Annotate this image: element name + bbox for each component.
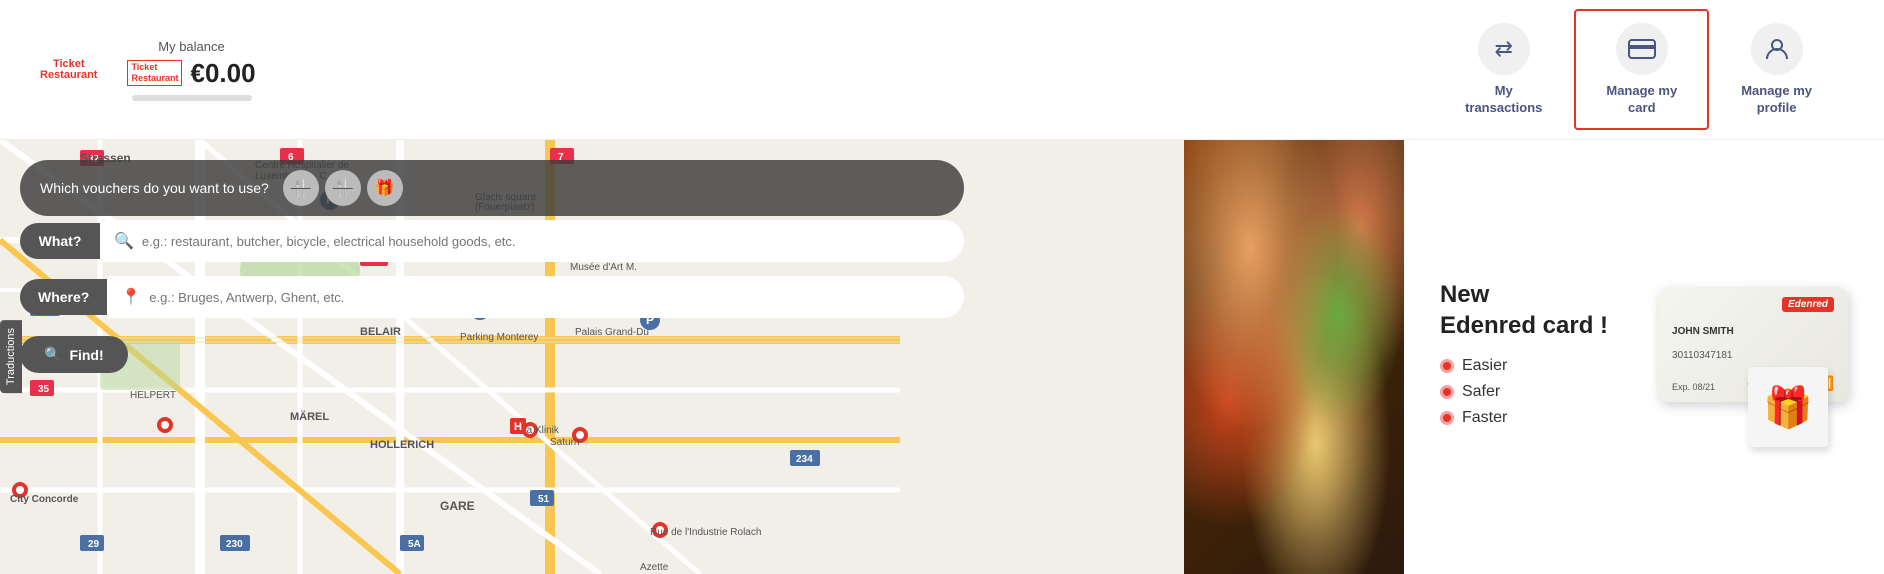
promo-title-line1: New (1440, 281, 1489, 308)
header: Ticket Restaurant My balance Ticket Rest… (0, 0, 1884, 140)
search-area: What? 🔍 Where? 📍 🔍 Find! (20, 220, 964, 373)
promo-feature-label-2: Safer (1462, 383, 1500, 401)
where-input-wrap: 📍 (107, 276, 964, 318)
nav-profile-label: Manage myprofile (1741, 83, 1812, 117)
svg-text:H: H (514, 421, 522, 433)
promo-feature-label-1: Easier (1462, 357, 1507, 375)
svg-text:35: 35 (38, 384, 50, 395)
svg-text:230: 230 (226, 539, 243, 550)
promo-panel: New Edenred card ! Easier Safer Faster (1404, 140, 1884, 574)
map-container: 32 6 7 52 218 180 35 230 5A 29 51 29 159 (0, 140, 1884, 574)
nav-card-label: Manage mycard (1606, 83, 1677, 117)
what-search-row: What? 🔍 (20, 220, 964, 262)
nav-actions: ⇄ Mytransactions Manage mycard Manage my… (1433, 9, 1844, 131)
svg-text:City Concorde: City Concorde (10, 494, 79, 505)
nav-manage-profile[interactable]: Manage myprofile (1709, 9, 1844, 131)
gift-box: 🎁 (1748, 367, 1828, 447)
balance-logo-line2: Restaurant (131, 73, 178, 84)
promo-feature-label-3: Faster (1462, 409, 1507, 427)
svg-text:MÄREL: MÄREL (290, 410, 329, 423)
svg-text:Saturn: Saturn (550, 437, 579, 448)
promo-feature-3: Faster (1440, 409, 1608, 427)
find-label: Find! (69, 347, 103, 363)
card-logo-text: Edenred (1788, 299, 1828, 310)
promo-feature-1: Easier (1440, 357, 1608, 375)
logo-line2: Restaurant (40, 70, 97, 81)
where-input[interactable] (149, 290, 950, 305)
balance-section: My balance Ticket Restaurant €0.00 (127, 39, 255, 101)
transactions-icon: ⇄ (1478, 23, 1530, 75)
profile-icon (1751, 23, 1803, 75)
voucher-icons: 🍴 🍴 🎁 (283, 170, 403, 206)
svg-text:Rue de l'Industrie Rolach: Rue de l'Industrie Rolach (650, 527, 761, 538)
search-icon-find: 🔍 (44, 346, 61, 363)
what-label-button[interactable]: What? (20, 223, 100, 259)
promo-dot-2 (1440, 385, 1454, 399)
location-icon: 📍 (121, 287, 141, 307)
header-left: Ticket Restaurant My balance Ticket Rest… (40, 39, 256, 101)
voucher-icon-slash[interactable]: 🍴 (325, 170, 361, 206)
where-search-row: Where? 📍 (20, 276, 964, 318)
svg-text:Azette: Azette (640, 562, 669, 573)
translations-label: Traductions (5, 328, 17, 385)
card-number: 30110347181 (1672, 350, 1834, 361)
translations-button[interactable]: Traductions (0, 320, 22, 393)
voucher-bar: Which vouchers do you want to use? 🍴 🍴 🎁 (20, 160, 964, 216)
svg-text:5A: 5A (408, 539, 421, 550)
promo-title-line2: Edenred card ! (1440, 312, 1608, 339)
svg-text:GARE: GARE (440, 499, 475, 513)
nav-transactions-label: Mytransactions (1465, 83, 1542, 117)
promo-feature-2: Safer (1440, 383, 1608, 401)
where-label-button[interactable]: Where? (20, 279, 107, 315)
what-input[interactable] (142, 234, 950, 249)
card-logo-badge: Edenred (1782, 297, 1834, 312)
voucher-icon-fork[interactable]: 🍴 (283, 170, 319, 206)
svg-text:HOLLERICH: HOLLERICH (370, 439, 434, 451)
find-button[interactable]: 🔍 Find! (20, 336, 128, 373)
what-input-wrap: 🔍 (100, 220, 964, 262)
balance-row: Ticket Restaurant €0.00 (127, 58, 255, 89)
promo-card-image: Edenred JOHN SMITH 30110347181 Exp. 08/2… (1628, 267, 1848, 447)
promo-dot-3 (1440, 411, 1454, 425)
balance-bar (132, 95, 252, 101)
food-image-area (1184, 140, 1404, 574)
svg-text:51: 51 (538, 494, 550, 505)
svg-text:HELPERT: HELPERT (130, 390, 176, 401)
card-logo-area: Edenred (1672, 297, 1834, 312)
svg-text:29: 29 (88, 539, 100, 550)
card-expiry: Exp. 08/21 (1672, 382, 1715, 392)
food-overlay (1184, 140, 1404, 574)
balance-logo-line1: Ticket (131, 62, 178, 73)
nav-my-transactions[interactable]: ⇄ Mytransactions (1433, 9, 1574, 131)
promo-dot-1 (1440, 359, 1454, 373)
promo-inner: New Edenred card ! Easier Safer Faster (1440, 267, 1848, 447)
nav-manage-card[interactable]: Manage mycard (1574, 9, 1709, 131)
balance-logo: Ticket Restaurant (127, 60, 182, 86)
promo-title: New Edenred card ! (1440, 279, 1608, 341)
logo-line1: Ticket (53, 59, 85, 70)
svg-text:234: 234 (796, 454, 813, 465)
voucher-icon-gift[interactable]: 🎁 (367, 170, 403, 206)
balance-label: My balance (158, 39, 224, 54)
search-icon-what: 🔍 (114, 231, 134, 251)
promo-text: New Edenred card ! Easier Safer Faster (1440, 279, 1608, 435)
logo[interactable]: Ticket Restaurant (40, 59, 97, 81)
find-row: 🔍 Find! (20, 336, 964, 373)
balance-amount: €0.00 (190, 58, 255, 89)
card-icon (1616, 23, 1668, 75)
voucher-text: Which vouchers do you want to use? (40, 180, 269, 196)
card-name: JOHN SMITH (1672, 326, 1834, 337)
